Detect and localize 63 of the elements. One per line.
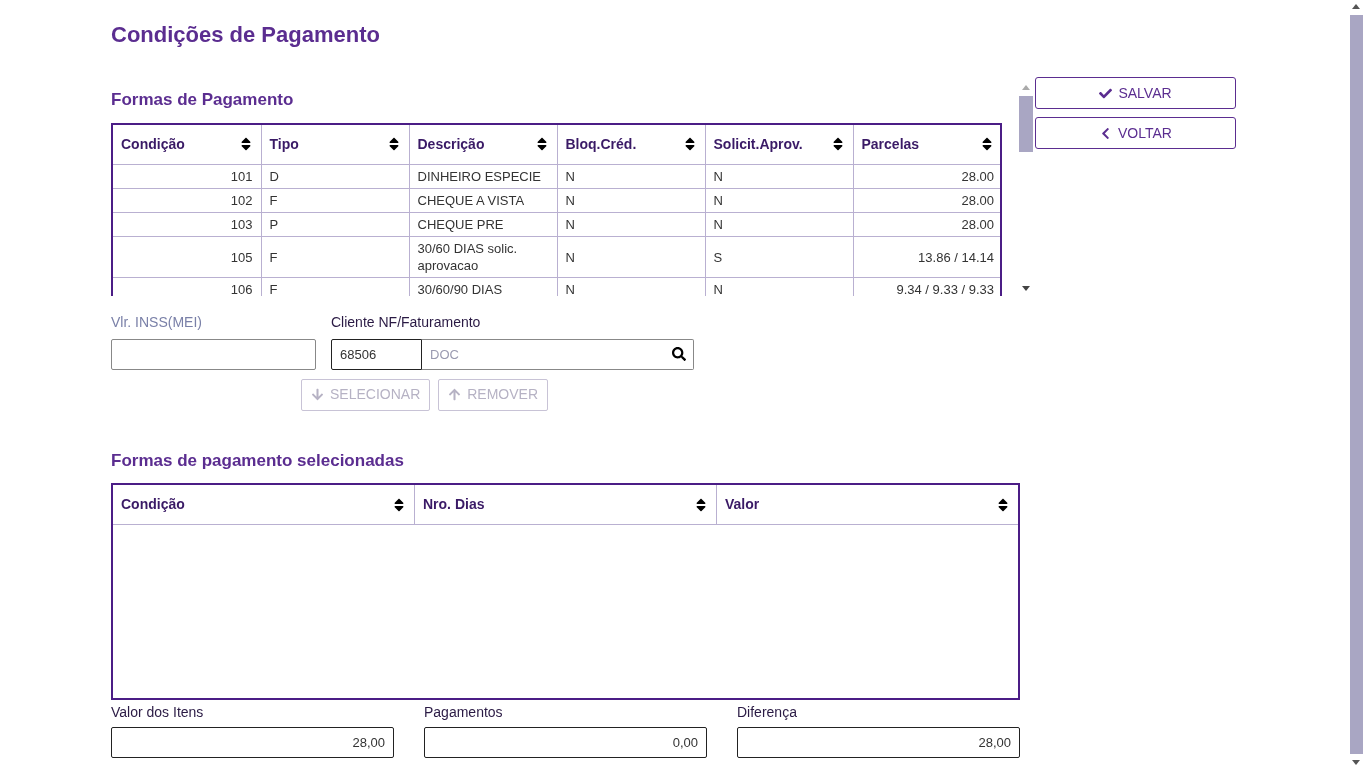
table-cell: N: [565, 282, 575, 296]
table-cell: CHEQUE A VISTA: [417, 193, 525, 208]
sort-icon[interactable]: [996, 496, 1010, 513]
search-icon[interactable]: [672, 346, 686, 361]
arrow-icon: [311, 388, 324, 401]
table-cell: 28.00: [961, 169, 994, 184]
arrow-icon: [448, 388, 462, 401]
table-cell: N: [565, 193, 575, 208]
column-header[interactable]: Solicit.Aprov.: [713, 133, 803, 155]
input-field[interactable]: [111, 338, 316, 370]
sort-icon[interactable]: [694, 496, 708, 513]
input-field[interactable]: 68506: [331, 338, 422, 370]
column-header[interactable]: Condição: [121, 133, 185, 155]
table-cell: 101: [230, 169, 253, 184]
table-cell: N: [565, 249, 575, 265]
table-cell: 103: [230, 217, 253, 232]
table-cell: CHEQUE PRE: [417, 217, 504, 232]
table-cell: N: [565, 217, 575, 232]
column-header[interactable]: Descrição: [417, 133, 485, 155]
table-cell: 30/60/90 DIAS: [417, 282, 503, 296]
sort-icon[interactable]: [980, 136, 994, 153]
sort-icon[interactable]: [392, 496, 406, 513]
table-cell: S: [713, 249, 723, 265]
section-title: Formas de Pagamento: [111, 89, 295, 111]
table-cell: F: [269, 282, 278, 296]
check-icon: [1099, 86, 1113, 100]
section-title: Formas de pagamento selecionadas: [111, 449, 405, 472]
table-cell: 102: [230, 193, 253, 208]
page-title: Condições de Pagamento: [111, 21, 381, 49]
search-field[interactable]: DOC: [422, 338, 694, 370]
table-cell: N: [565, 169, 575, 184]
table-cell: 30/60 DIAS solic. aprovacao: [417, 241, 518, 273]
field-label: Valor dos Itens: [111, 703, 205, 722]
table-cell: 105: [230, 249, 253, 265]
action-button[interactable]: SALVAR: [1035, 77, 1236, 109]
table-cell: N: [713, 193, 723, 208]
field-label: Vlr. INSS(MEI): [111, 312, 203, 332]
table-cell: 13.86 / 14.14: [918, 249, 994, 265]
table-cell: 106: [230, 282, 253, 296]
table-cell: N: [713, 217, 723, 232]
column-header[interactable]: Parcelas: [861, 133, 920, 155]
table-cell: N: [713, 169, 723, 184]
field-label: Cliente NF/Faturamento: [331, 312, 482, 332]
action-button[interactable]: VOLTAR: [1035, 117, 1236, 149]
column-header[interactable]: Tipo: [269, 133, 299, 155]
column-header[interactable]: Nro. Dias: [423, 494, 485, 515]
table-cell: 28.00: [961, 193, 994, 208]
field-label: Pagamentos: [424, 703, 504, 722]
field-label: Diferença: [737, 703, 798, 722]
table-cell: 28.00: [961, 217, 994, 232]
input-field[interactable]: 28,00: [737, 727, 1020, 758]
input-field[interactable]: 0,00: [424, 727, 707, 758]
table-cell: F: [269, 193, 278, 208]
table-cell: 9.34 / 9.33 / 9.33: [896, 282, 994, 296]
table-cell: D: [269, 169, 279, 184]
table-cell: N: [713, 282, 723, 296]
column-header[interactable]: Condição: [121, 494, 185, 515]
column-header[interactable]: Bloq.Créd.: [565, 133, 637, 155]
column-header[interactable]: Valor: [725, 494, 760, 515]
table-cell: P: [269, 217, 279, 232]
table-cell: DINHEIRO ESPECIE: [417, 169, 542, 184]
input-field[interactable]: 28,00: [111, 727, 394, 758]
table-cell: F: [269, 249, 278, 265]
